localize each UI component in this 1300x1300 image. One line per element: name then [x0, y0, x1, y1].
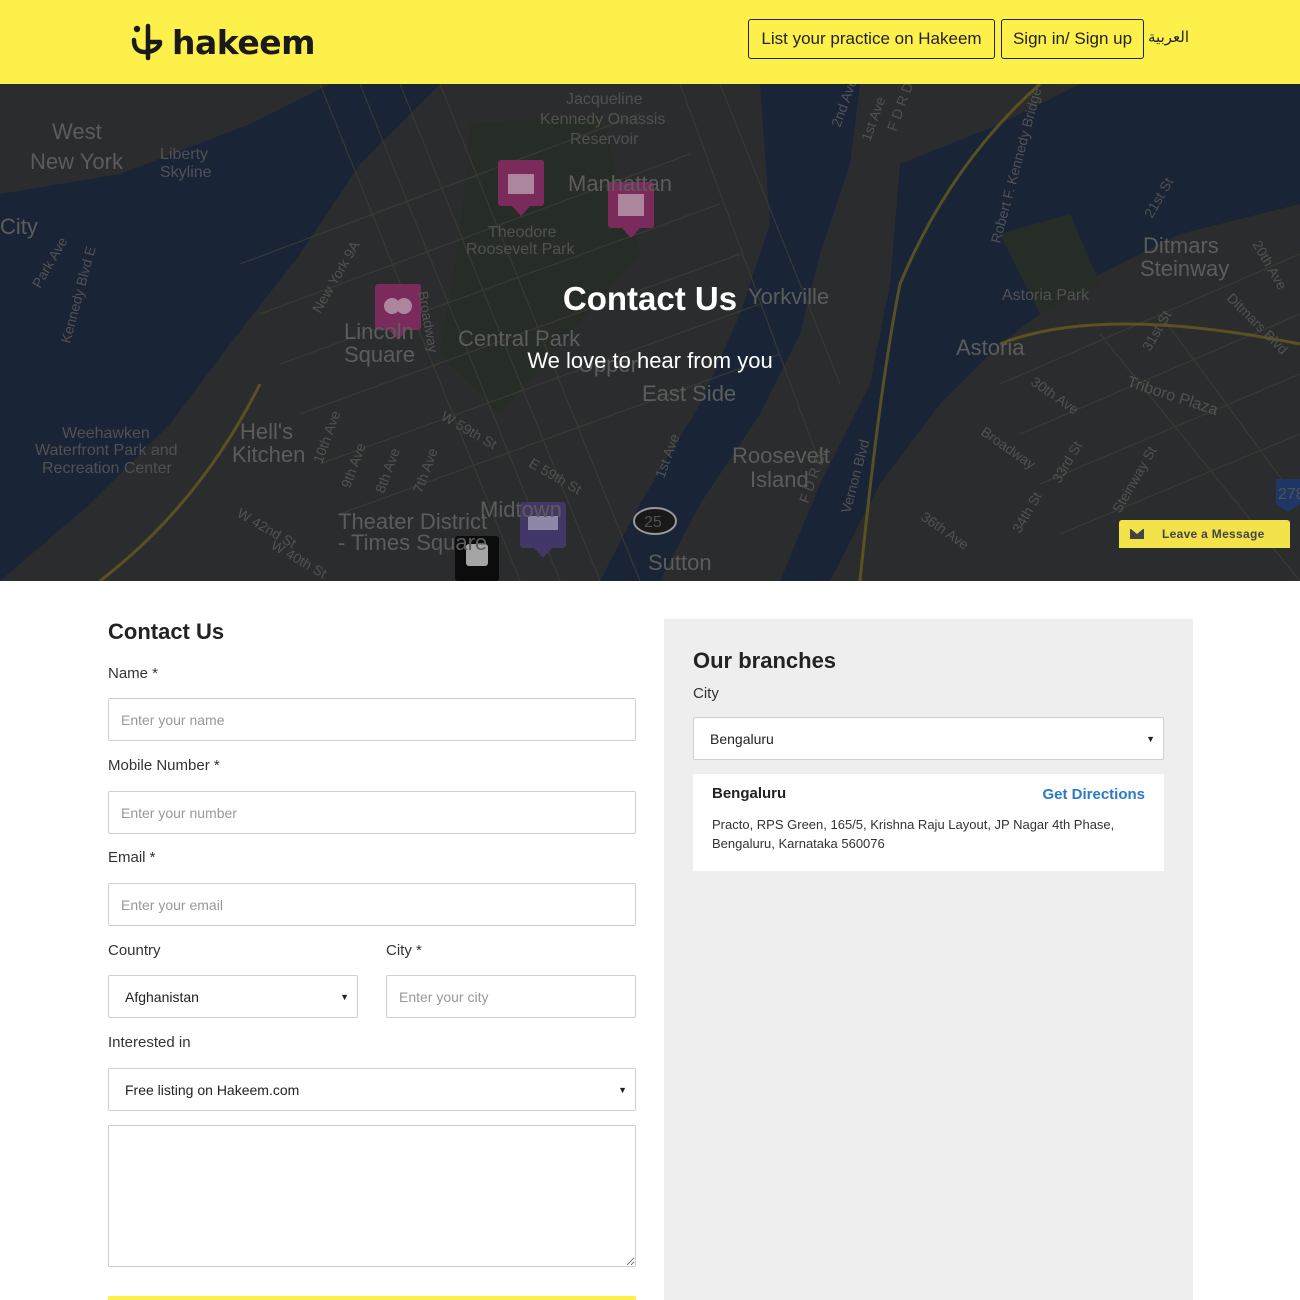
city-label: City *: [386, 942, 422, 959]
list-practice-button[interactable]: List your practice on Hakeem: [748, 19, 995, 59]
branch-card: Bengaluru Get Directions Practo, RPS Gre…: [693, 774, 1164, 871]
contact-form-title: Contact Us: [108, 619, 225, 644]
chevron-down-icon: ▼: [340, 992, 349, 1002]
interest-label: Interested in: [108, 1034, 191, 1051]
chevron-down-icon: ▼: [618, 1085, 627, 1095]
city-input[interactable]: [386, 975, 636, 1018]
hero-dim-overlay: [0, 84, 1300, 581]
get-directions-link[interactable]: Get Directions: [1042, 786, 1145, 803]
branch-city-value: Bengaluru: [710, 730, 774, 747]
message-textarea[interactable]: [108, 1125, 636, 1267]
branch-name: Bengaluru: [712, 785, 787, 802]
branches-title: Our branches: [693, 648, 837, 673]
language-toggle-link[interactable]: العربية: [1148, 28, 1189, 46]
hero-title: Contact Us: [562, 280, 738, 317]
country-select-value: Afghanistan: [125, 988, 199, 1005]
mobile-input[interactable]: [108, 791, 636, 834]
branch-city-label: City: [693, 685, 719, 702]
country-label: Country: [108, 942, 161, 959]
email-input[interactable]: [108, 883, 636, 926]
hakeem-logo-icon: [131, 23, 163, 61]
interest-select-value: Free listing on Hakeem.com: [125, 1081, 300, 1098]
sign-in-button[interactable]: Sign in/ Sign up: [1001, 19, 1144, 59]
hero-banner: West New York City Manhattan Lincoln Squ…: [0, 84, 1300, 581]
hakeem-logo[interactable]: hakeem: [130, 18, 315, 66]
country-select[interactable]: Afghanistan ▼: [108, 975, 358, 1018]
name-label: Name *: [108, 665, 159, 682]
top-header: hakeem List your practice on Hakeem Sign…: [0, 0, 1300, 84]
branches-panel: Our branches City Bengaluru ▼ Bengaluru …: [664, 619, 1193, 1300]
branch-city-select[interactable]: Bengaluru ▼: [693, 717, 1164, 760]
name-input[interactable]: [108, 698, 636, 741]
envelope-icon: [1130, 529, 1144, 539]
branch-address: Practo, RPS Green, 165/5, Krishna Raju L…: [712, 817, 1115, 851]
leave-message-label: Leave a Message: [1162, 527, 1265, 541]
logo-wordmark: hakeem: [172, 22, 315, 62]
interest-select[interactable]: Free listing on Hakeem.com ▼: [108, 1068, 636, 1111]
hero-subtitle: We love to hear from you: [527, 348, 773, 373]
chevron-down-icon: ▼: [1146, 734, 1155, 744]
mobile-label: Mobile Number *: [108, 757, 220, 774]
leave-message-button[interactable]: Leave a Message: [1119, 520, 1290, 548]
email-label: Email *: [108, 849, 156, 866]
submit-button[interactable]: [108, 1296, 636, 1300]
